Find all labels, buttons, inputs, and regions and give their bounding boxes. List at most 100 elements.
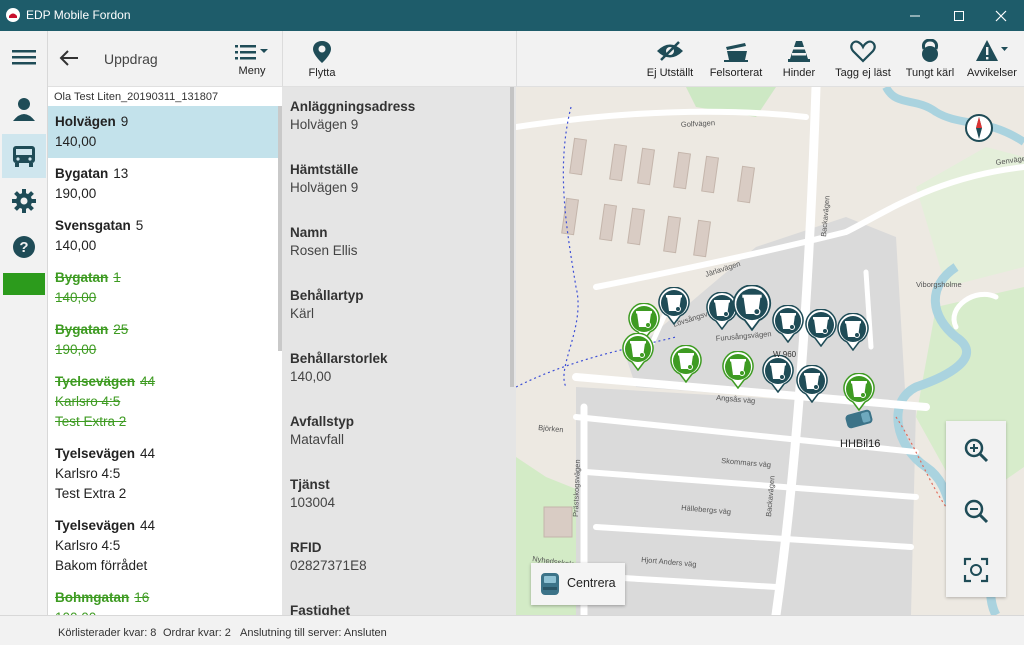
map-pin-icon xyxy=(313,41,331,63)
traffic-cone-icon xyxy=(788,41,810,62)
vehicle-button[interactable] xyxy=(2,134,46,178)
nav-rail: ? xyxy=(0,31,48,615)
fit-extent-icon xyxy=(963,557,989,583)
not-placed-button[interactable]: Ej Utställt xyxy=(645,39,695,79)
obstacle-label: Hinder xyxy=(782,67,816,79)
bin-marker-icon[interactable] xyxy=(732,285,772,331)
connection-status: Anslutning till server: Ansluten xyxy=(240,627,387,639)
move-button[interactable]: Flytta xyxy=(297,40,347,79)
maximize-button[interactable] xyxy=(936,0,982,31)
zoom-panel xyxy=(946,421,1006,597)
bin-marker-icon[interactable] xyxy=(658,287,690,325)
move-label: Flytta xyxy=(308,67,336,79)
rows-left: Körlisterader kvar: 8 xyxy=(58,627,157,639)
heavy-bin-button[interactable]: Tungt kärl xyxy=(903,39,957,79)
obstacle-button[interactable]: Hinder xyxy=(779,39,819,79)
detail-value: 103004 xyxy=(290,495,336,510)
close-button[interactable] xyxy=(978,0,1024,31)
page-title: Uppdrag xyxy=(104,51,158,67)
menu-button[interactable]: Meny xyxy=(230,43,274,77)
bin-marker-icon[interactable] xyxy=(622,333,654,371)
arrow-left-icon xyxy=(59,50,78,66)
svg-text:Golfvägen: Golfvägen xyxy=(681,118,716,129)
bin-marker-icon[interactable] xyxy=(670,345,702,383)
list-item[interactable]: Bygatan 1 140,00 xyxy=(48,262,278,314)
center-button[interactable]: Centrera xyxy=(531,563,625,605)
app-icon xyxy=(6,8,20,22)
truck-front-icon xyxy=(541,573,559,595)
fit-extent-button[interactable] xyxy=(946,541,1006,599)
not-placed-label: Ej Utställt xyxy=(646,67,694,79)
list-item-detail: Bakom förrådet xyxy=(55,558,148,573)
list-item-detail: 190,00 xyxy=(55,342,97,357)
help-icon: ? xyxy=(13,236,35,258)
menu-label: Meny xyxy=(238,65,266,77)
user-button[interactable] xyxy=(2,87,46,131)
bin-marker-icon[interactable] xyxy=(772,305,804,343)
detail-field: Namn Rosen Ellis xyxy=(290,225,358,258)
zoom-out-button[interactable] xyxy=(946,482,1006,540)
minimize-icon xyxy=(910,15,920,16)
detail-value: Holvägen 9 xyxy=(290,180,359,195)
vehicle-label: HHBil16 xyxy=(840,438,881,450)
window-title: EDP Mobile Fordon xyxy=(26,8,131,22)
list-item-detail: Test Extra 2 xyxy=(55,486,127,501)
list-header: Uppdrag Meny xyxy=(48,31,282,87)
list-item[interactable]: Bygatan 25 190,00 xyxy=(48,314,278,366)
back-button[interactable] xyxy=(58,47,80,74)
minimize-button[interactable] xyxy=(892,0,938,31)
gear-icon xyxy=(12,189,36,213)
settings-button[interactable] xyxy=(2,179,46,223)
center-label: Centrera xyxy=(567,576,616,590)
list-item[interactable]: Holvägen 9 140,00 xyxy=(48,106,278,158)
list-item-detail: 140,00 xyxy=(55,238,97,253)
bin-marker-icon[interactable] xyxy=(843,373,875,411)
compass-icon[interactable] xyxy=(964,113,994,143)
list-item-detail: Test Extra 2 xyxy=(55,414,127,429)
detail-scrollbar[interactable] xyxy=(510,87,514,387)
detail-field: Tjänst 103004 xyxy=(290,477,335,510)
tag-unread-label: Tagg ej läst xyxy=(835,67,891,79)
hamburger-button[interactable] xyxy=(2,35,46,79)
list-item[interactable]: Tyelsevägen 44 Karlsro 4:5 Test Extra 2 xyxy=(48,366,278,438)
list-item-address: Tyelsevägen 44 xyxy=(55,518,156,533)
list-item[interactable]: Svensgatan 5 140,00 xyxy=(48,210,278,262)
zoom-in-icon xyxy=(964,438,989,463)
detail-label: Fastighet xyxy=(290,603,351,615)
user-icon xyxy=(13,98,35,121)
bin-marker-icon[interactable] xyxy=(722,351,754,389)
bin-marker-icon[interactable] xyxy=(805,309,837,347)
title-bar: EDP Mobile Fordon xyxy=(0,0,1024,31)
action-toolbar: Ej Utställt Felsorterat Hinder Tagg ej l… xyxy=(516,31,1024,87)
detail-label: RFID xyxy=(290,540,322,555)
vehicle-icon[interactable] xyxy=(842,409,882,431)
list-item-detail: Karlsro 4:5 xyxy=(55,466,121,481)
list-item[interactable]: Tyelsevägen 44 Karlsro 4:5 Bakom förrådet xyxy=(48,510,278,582)
detail-label: Hämtställe xyxy=(290,162,359,177)
list-item-detail: 100,00 xyxy=(55,608,272,615)
bin-marker-icon[interactable] xyxy=(796,365,828,403)
list-item[interactable]: Bygatan 13 190,00 xyxy=(48,158,278,210)
orders-left: Ordrar kvar: 2 xyxy=(163,627,231,639)
deviations-button[interactable]: Avvikelser xyxy=(964,39,1020,79)
detail-field: Hämtställe Holvägen 9 xyxy=(290,162,358,195)
bin-marker-icon[interactable] xyxy=(837,313,869,351)
list-item[interactable]: Bohmgatan16 100,00 xyxy=(48,582,278,615)
detail-value: 02827371E8 xyxy=(290,558,367,573)
bin-marker-icon[interactable] xyxy=(762,355,794,393)
list-item[interactable]: Tyelsevägen 44 Karlsro 4:5 Test Extra 2 xyxy=(48,438,278,510)
order-list[interactable]: Holvägen 9 140,00 Bygatan 13 190,00 Svensgatan… xyxy=(48,106,278,615)
zoom-in-button[interactable] xyxy=(946,421,1006,479)
detail-field: Behållarstorlek 140,00 xyxy=(290,351,388,384)
tag-unread-button[interactable]: Tagg ej läst xyxy=(833,39,893,79)
detail-field: Anläggningsadress Holvägen 9 xyxy=(290,99,415,132)
wrong-sorted-button[interactable]: Felsorterat xyxy=(707,39,765,79)
list-item-detail: Karlsro 4:5 xyxy=(55,538,121,553)
detail-label: Namn xyxy=(290,225,328,240)
help-button[interactable]: ? xyxy=(2,225,46,269)
detail-value: 140,00 xyxy=(290,369,332,384)
hamburger-icon xyxy=(12,50,36,65)
wrong-sorted-label: Felsorterat xyxy=(709,67,763,79)
detail-field: Avfallstyp Matavfall xyxy=(290,414,354,447)
close-icon xyxy=(995,10,1007,21)
